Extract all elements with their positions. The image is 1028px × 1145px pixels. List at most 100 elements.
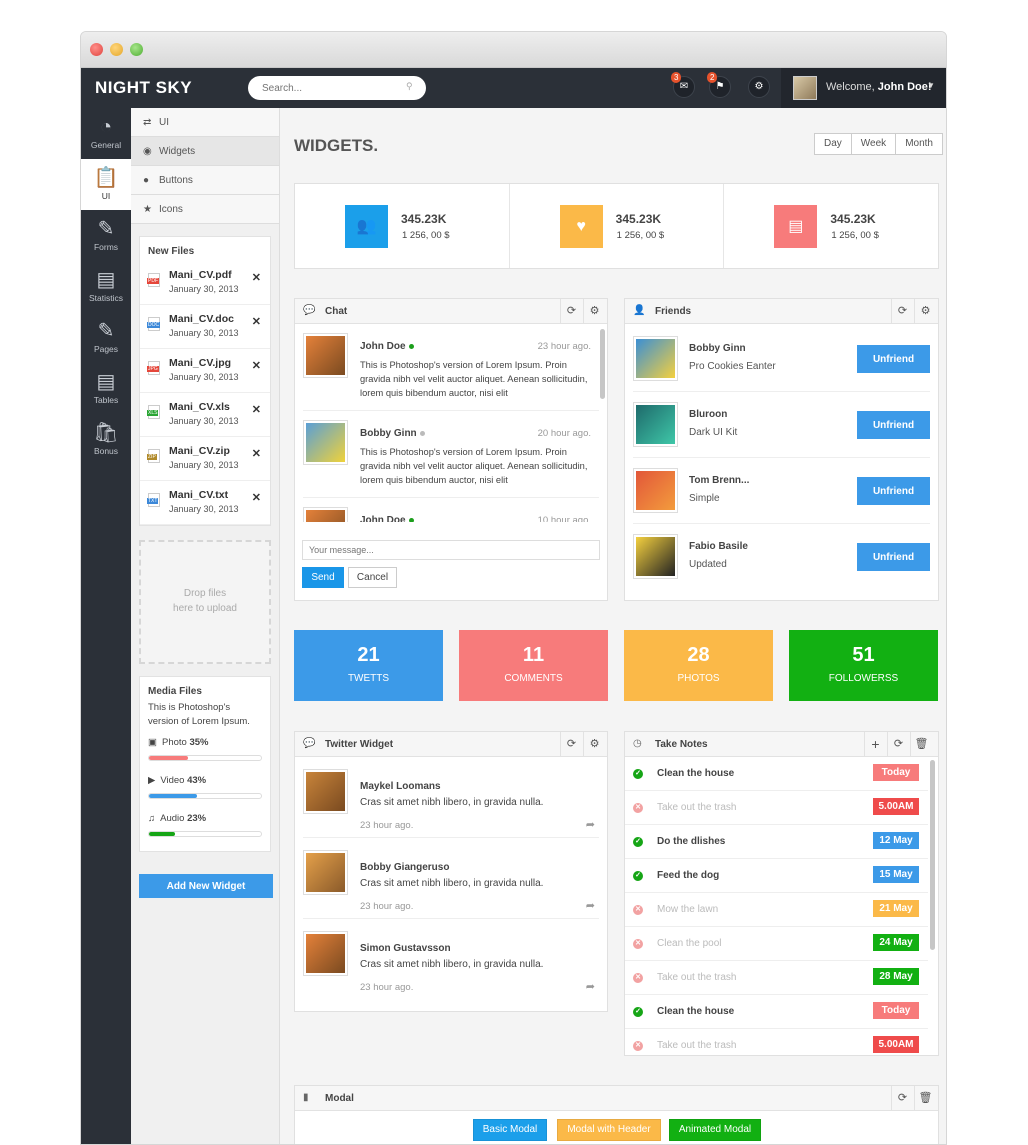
check-icon[interactable]: ✓ xyxy=(633,837,643,847)
message-time: 20 hour ago. xyxy=(537,428,591,439)
nav-item-general[interactable]: ◔ General xyxy=(81,108,131,159)
share-icon[interactable]: ➦ xyxy=(586,818,595,831)
close-icon[interactable]: ✕ xyxy=(252,447,261,460)
refresh-icon[interactable]: ⟳ xyxy=(560,299,582,323)
counter-tile[interactable]: 51 FOLLOWERSS xyxy=(789,630,938,701)
refresh-icon[interactable]: ⟳ xyxy=(891,1086,913,1110)
nav-item-statistics[interactable]: ▤ Statistics xyxy=(81,261,131,312)
range-month-button[interactable]: Month xyxy=(896,134,942,154)
nav-item-pages[interactable]: ✎ Pages xyxy=(81,312,131,363)
note-item[interactable]: ✓ Clean the house Today xyxy=(625,757,928,791)
nav-item-tables[interactable]: ▤ Tables xyxy=(81,363,131,414)
cross-icon[interactable]: ✕ xyxy=(633,939,643,949)
unfriend-button[interactable]: Unfriend xyxy=(857,543,930,571)
tweet-author[interactable]: Bobby Giangeruso xyxy=(360,862,449,873)
maximize-window-button[interactable] xyxy=(130,43,143,56)
friend-name[interactable]: Bobby Ginn xyxy=(689,343,746,354)
note-item[interactable]: ✓ Feed the dog 15 May xyxy=(625,859,928,893)
share-icon[interactable]: ➦ xyxy=(586,899,595,912)
message-author[interactable]: John Doe xyxy=(360,515,414,522)
close-icon[interactable]: ✕ xyxy=(252,403,261,416)
counter-tile[interactable]: 11 COMMENTS xyxy=(459,630,608,701)
subnav-item-icons[interactable]: ★ Icons xyxy=(131,195,279,224)
chat-messages[interactable]: John Doe 23 hour ago. This is Photoshop's … xyxy=(295,324,607,522)
user-menu[interactable]: Welcome, John Doe! ▼ xyxy=(781,68,946,108)
search-input[interactable] xyxy=(248,76,426,100)
refresh-icon[interactable]: ⟳ xyxy=(887,732,909,756)
modal-button[interactable]: Basic Modal xyxy=(473,1119,547,1141)
unfriend-button[interactable]: Unfriend xyxy=(857,411,930,439)
trash-icon[interactable]: 🗑 xyxy=(914,1086,936,1110)
cross-icon[interactable]: ✕ xyxy=(633,973,643,983)
friend-name[interactable]: Fabio Basile xyxy=(689,541,748,552)
nav-item-bonus[interactable]: 🛍 Bonus xyxy=(81,414,131,465)
check-icon[interactable]: ✓ xyxy=(633,769,643,779)
cross-icon[interactable]: ✕ xyxy=(633,803,643,813)
unfriend-button[interactable]: Unfriend xyxy=(857,477,930,505)
gear-icon[interactable]: ⚙ xyxy=(583,732,605,756)
share-icon[interactable]: ➦ xyxy=(586,980,595,993)
file-item[interactable]: JPG Mani_CV.jpg January 30, 2013 ✕ xyxy=(140,349,270,393)
message-author[interactable]: John Doe xyxy=(360,341,414,352)
gear-icon[interactable]: ⚙ xyxy=(583,299,605,323)
close-icon[interactable]: ✕ xyxy=(252,271,261,284)
add-note-icon[interactable]: + xyxy=(864,732,886,756)
file-item[interactable]: XLS Mani_CV.xls January 30, 2013 ✕ xyxy=(140,393,270,437)
file-item[interactable]: PDF Mani_CV.pdf January 30, 2013 ✕ xyxy=(140,261,270,305)
subnav-item-ui[interactable]: ⇄ UI xyxy=(131,108,279,137)
refresh-icon[interactable]: ⟳ xyxy=(891,299,913,323)
note-item[interactable]: ✕ Take out the trash 5.00AM xyxy=(625,1029,928,1055)
note-item[interactable]: ✓ Clean the house Today xyxy=(625,995,928,1029)
notes-scrollbar[interactable] xyxy=(930,760,935,950)
refresh-icon[interactable]: ⟳ xyxy=(560,732,582,756)
cross-icon[interactable]: ✕ xyxy=(633,1041,643,1051)
range-week-button[interactable]: Week xyxy=(852,134,897,154)
subnav-item-buttons[interactable]: ● Buttons xyxy=(131,166,279,195)
gear-icon[interactable]: ⚙ xyxy=(914,299,936,323)
file-item[interactable]: TXT Mani_CV.txt January 30, 2013 ✕ xyxy=(140,481,270,525)
note-item[interactable]: ✕ Clean the pool 24 May xyxy=(625,927,928,961)
close-icon[interactable]: ✕ xyxy=(252,359,261,372)
search-icon[interactable]: ⚲ xyxy=(406,81,413,92)
message-author[interactable]: Bobby Ginn xyxy=(360,428,425,439)
nav-item-ui[interactable]: 📋 UI xyxy=(81,159,131,210)
chat-scrollbar[interactable] xyxy=(600,329,605,399)
cross-icon[interactable]: ✕ xyxy=(633,905,643,915)
send-button[interactable]: Send xyxy=(302,567,344,588)
modal-button[interactable]: Modal with Header xyxy=(557,1119,661,1141)
cancel-button[interactable]: Cancel xyxy=(348,567,397,588)
check-icon[interactable]: ✓ xyxy=(633,871,643,881)
file-dropzone[interactable]: Drop files here to upload xyxy=(139,540,271,664)
file-item[interactable]: ZIP Mani_CV.zip January 30, 2013 ✕ xyxy=(140,437,270,481)
settings-button[interactable]: ⚙ xyxy=(748,76,770,98)
note-item[interactable]: ✓ Do the dlishes 12 May xyxy=(625,825,928,859)
note-item[interactable]: ✕ Take out the trash 28 May xyxy=(625,961,928,995)
table-icon: ▤ xyxy=(96,371,116,393)
minimize-window-button[interactable] xyxy=(110,43,123,56)
nav-item-forms[interactable]: ✎ Forms xyxy=(81,210,131,261)
tweet-author[interactable]: Simon Gustavsson xyxy=(360,943,451,954)
friend-name[interactable]: Bluroon xyxy=(689,409,727,420)
close-icon[interactable]: ✕ xyxy=(252,315,261,328)
unfriend-button[interactable]: Unfriend xyxy=(857,345,930,373)
file-item[interactable]: DOC Mani_CV.doc January 30, 2013 ✕ xyxy=(140,305,270,349)
check-icon[interactable]: ✓ xyxy=(633,1007,643,1017)
close-icon[interactable]: ✕ xyxy=(252,491,261,504)
note-item[interactable]: ✕ Take out the trash 5.00AM xyxy=(625,791,928,825)
range-day-button[interactable]: Day xyxy=(815,134,852,154)
add-new-widget-button[interactable]: Add New Widget xyxy=(139,874,273,898)
note-item[interactable]: ✕ Mow the lawn 21 May xyxy=(625,893,928,927)
tweet-author[interactable]: Maykel Loomans xyxy=(360,781,441,792)
close-window-button[interactable] xyxy=(90,43,103,56)
trash-icon[interactable]: 🗑 xyxy=(910,732,932,756)
messages-button[interactable]: ✉ 3 xyxy=(671,72,695,98)
modal-button[interactable]: Animated Modal xyxy=(669,1119,761,1141)
brand-logo[interactable]: NIGHT SKY xyxy=(95,78,192,98)
friend-name[interactable]: Tom Brenn... xyxy=(689,475,749,486)
chat-bubble-icon: 💬 xyxy=(303,738,316,749)
flags-button[interactable]: ⚑ 2 xyxy=(707,72,731,98)
counter-tile[interactable]: 28 PHOTOS xyxy=(624,630,773,701)
counter-tile[interactable]: 21 TWETTS xyxy=(294,630,443,701)
chat-message-input[interactable] xyxy=(302,540,600,560)
subnav-item-widgets[interactable]: ◉ Widgets xyxy=(131,137,279,166)
